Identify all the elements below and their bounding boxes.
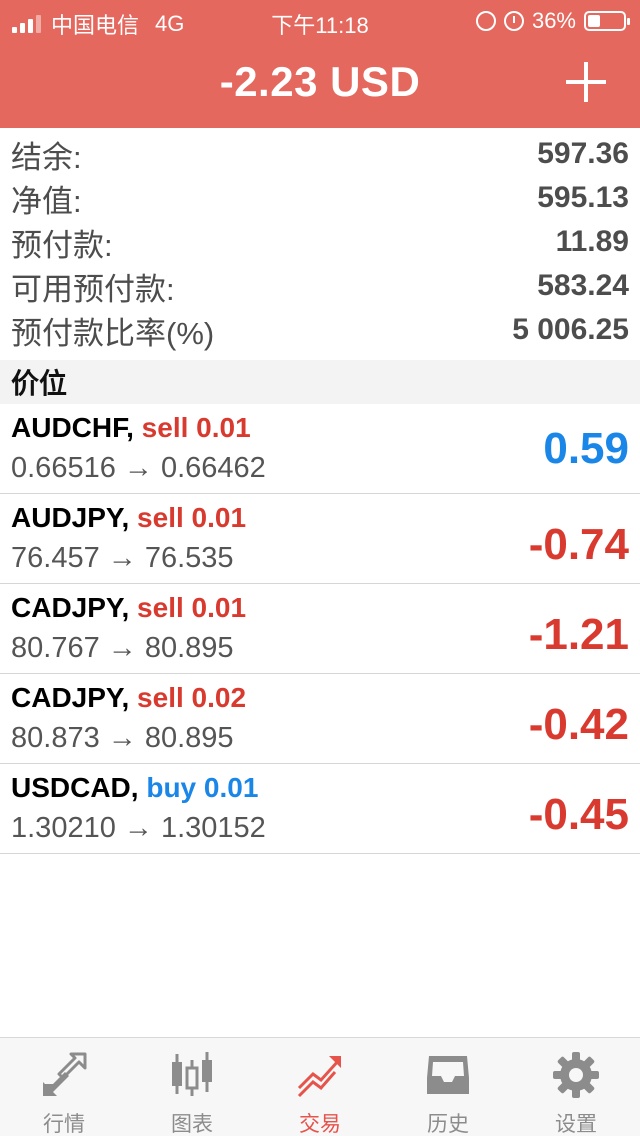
summary-value: 5 006.25 bbox=[512, 313, 629, 346]
summary-value: 595.13 bbox=[537, 181, 629, 214]
account-summary: 结余: 597.36 净值: 595.13 预付款: 11.89 可用预付款: 583.24 预… bbox=[0, 132, 640, 352]
tab-trade-trend[interactable]: 交易 bbox=[256, 1038, 384, 1136]
position-symbol: AUDCHF, bbox=[11, 412, 134, 443]
position-side: sell 0.01 bbox=[141, 412, 251, 443]
top-header: 中国电信 4G 下午11:18 36% -2.23 USD bbox=[0, 0, 640, 128]
summary-value: 597.36 bbox=[537, 137, 629, 170]
position-title: CADJPY, sell 0.02 bbox=[11, 682, 246, 714]
position-title: CADJPY, sell 0.01 bbox=[11, 592, 246, 624]
tab-gear[interactable]: 设置 bbox=[512, 1038, 640, 1136]
position-profit: 0.59 bbox=[543, 424, 629, 473]
section-header-prices: 价位 bbox=[0, 360, 640, 404]
summary-label: 预付款: bbox=[11, 227, 113, 263]
position-symbol: CADJPY, bbox=[11, 682, 130, 713]
tab-history-inbox[interactable]: 历史 bbox=[384, 1038, 512, 1136]
position-symbol: AUDJPY, bbox=[11, 502, 130, 533]
position-row[interactable]: AUDCHF, sell 0.01 0.66516 → 0.66462 0.59 bbox=[0, 404, 640, 494]
position-row[interactable]: CADJPY, sell 0.02 80.873 → 80.895 -0.42 bbox=[0, 674, 640, 764]
tab-quotes-arrows[interactable]: 行情 bbox=[0, 1038, 128, 1136]
gear-icon bbox=[551, 1050, 601, 1100]
trade-trend-icon bbox=[295, 1050, 345, 1100]
position-symbol: CADJPY, bbox=[11, 592, 130, 623]
position-profit: -0.45 bbox=[528, 790, 629, 839]
rotation-lock-icon bbox=[475, 11, 496, 31]
position-row[interactable]: CADJPY, sell 0.01 80.767 → 80.895 -1.21 bbox=[0, 584, 640, 674]
position-side: sell 0.02 bbox=[137, 682, 247, 713]
alarm-icon bbox=[503, 11, 524, 31]
position-prices: 80.873 → 80.895 bbox=[11, 722, 234, 754]
position-title: AUDCHF, sell 0.01 bbox=[11, 412, 251, 444]
add-order-button[interactable] bbox=[566, 62, 606, 102]
summary-row: 结余: 597.36 bbox=[0, 132, 640, 176]
tab-label: 设置 bbox=[555, 1113, 597, 1136]
position-prices: 0.66516 → 0.66462 bbox=[11, 452, 266, 484]
position-symbol: USDCAD, bbox=[11, 772, 139, 803]
status-bar: 中国电信 4G 下午11:18 36% bbox=[0, 0, 640, 40]
quotes-arrows-icon bbox=[39, 1050, 89, 1100]
account-profit-title: -2.23 USD bbox=[219, 58, 421, 105]
tab-label: 历史 bbox=[427, 1113, 469, 1136]
position-profit: -0.42 bbox=[528, 700, 629, 749]
position-prices: 1.30210 → 1.30152 bbox=[11, 812, 266, 844]
summary-row: 预付款比率(%) 5 006.25 bbox=[0, 308, 640, 352]
position-prices: 80.767 → 80.895 bbox=[11, 632, 234, 664]
history-inbox-icon bbox=[423, 1050, 473, 1100]
candlestick-chart-icon bbox=[167, 1050, 217, 1100]
position-title: USDCAD, buy 0.01 bbox=[11, 772, 258, 804]
battery-percent: 36% bbox=[531, 8, 576, 33]
tab-candlestick-chart[interactable]: 图表 bbox=[128, 1038, 256, 1136]
position-row[interactable]: USDCAD, buy 0.01 1.30210 → 1.30152 -0.45 bbox=[0, 764, 640, 854]
summary-label: 预付款比率(%) bbox=[11, 315, 215, 351]
tab-label: 行情 bbox=[43, 1113, 85, 1136]
position-side: sell 0.01 bbox=[137, 502, 247, 533]
position-title: AUDJPY, sell 0.01 bbox=[11, 502, 246, 534]
position-side: sell 0.01 bbox=[137, 592, 247, 623]
position-profit: -0.74 bbox=[528, 520, 629, 569]
summary-value: 11.89 bbox=[555, 225, 629, 258]
position-prices: 76.457 → 76.535 bbox=[11, 542, 234, 574]
summary-row: 净值: 595.13 bbox=[0, 176, 640, 220]
battery-icon bbox=[584, 11, 630, 31]
summary-label: 净值: bbox=[11, 183, 82, 219]
position-side: buy 0.01 bbox=[146, 772, 259, 803]
summary-value: 583.24 bbox=[537, 269, 629, 302]
tab-label: 图表 bbox=[171, 1113, 213, 1136]
summary-row: 预付款: 11.89 bbox=[0, 220, 640, 264]
bottom-tab-bar: 行情 图表 交易 历史 设置 bbox=[0, 1037, 640, 1136]
summary-label: 结余: bbox=[11, 139, 82, 175]
summary-label: 可用预付款: bbox=[11, 271, 175, 307]
positions-list: AUDCHF, sell 0.01 0.66516 → 0.66462 0.59 AU… bbox=[0, 404, 640, 854]
position-row[interactable]: AUDJPY, sell 0.01 76.457 → 76.535 -0.74 bbox=[0, 494, 640, 584]
tab-label: 交易 bbox=[299, 1113, 341, 1136]
summary-row: 可用预付款: 583.24 bbox=[0, 264, 640, 308]
position-profit: -1.21 bbox=[528, 610, 629, 659]
